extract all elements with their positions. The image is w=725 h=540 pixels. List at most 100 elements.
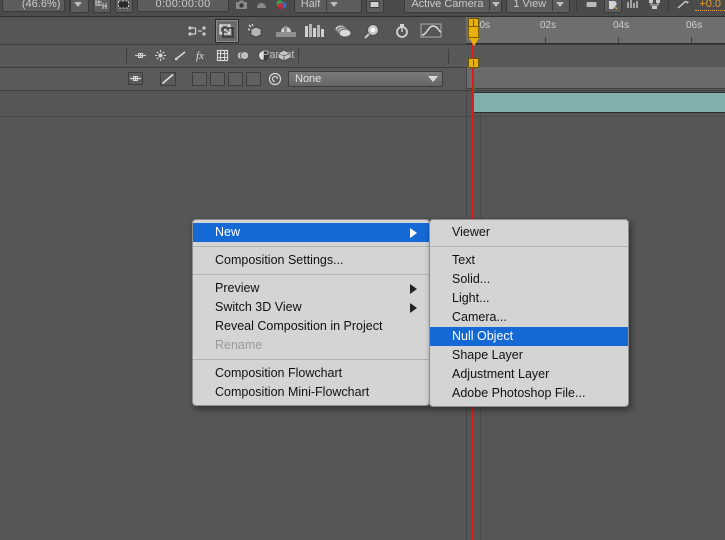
submenu-item-shape-layer[interactable]: Shape Layer — [430, 346, 628, 365]
menu-item-label: Switch 3D View — [215, 300, 302, 314]
frame-blend-icon — [216, 49, 229, 62]
layer-switch-boxes[interactable] — [192, 72, 261, 86]
motion-blur-icon — [174, 51, 186, 61]
toolbar-divider — [576, 0, 578, 11]
view-layout-dropdown[interactable]: 1 View — [506, 0, 571, 13]
keyframe-navigator-button[interactable] — [128, 72, 143, 90]
exposure-value[interactable]: +0.0 — [695, 0, 725, 11]
reset-exposure-icon — [677, 0, 689, 9]
resolution-value: Half — [300, 0, 321, 10]
header-divider-3 — [448, 49, 449, 64]
transparency-grid-button[interactable] — [388, 0, 400, 10]
camera-view-dropdown[interactable]: Active Camera — [404, 0, 503, 13]
menu-item-composition-flowchart[interactable]: Composition Flowchart — [193, 364, 429, 383]
camera-snapshot-icon — [235, 0, 247, 9]
region-of-interest-button[interactable] — [114, 0, 134, 13]
composition-context-menu[interactable]: New Composition Settings... Preview Swit… — [192, 219, 430, 406]
motion-blur-switch-icon — [396, 23, 408, 38]
motion-curve-icon — [160, 72, 176, 86]
timeline-track-area[interactable] — [466, 67, 725, 117]
submenu-item-null-object[interactable]: Null Object — [430, 327, 628, 346]
menu-item-label: Shape Layer — [452, 348, 523, 362]
auto-keyframe-button[interactable] — [333, 20, 355, 42]
parent-dropdown[interactable]: None — [288, 71, 443, 87]
show-channels-button[interactable] — [273, 0, 289, 12]
region-of-interest-icon — [369, 0, 380, 8]
header-divider — [126, 48, 127, 63]
menu-separator — [193, 246, 429, 247]
submenu-item-text[interactable]: Text — [430, 251, 628, 270]
menu-item-composition-settings[interactable]: Composition Settings... — [193, 251, 429, 270]
submenu-item-adobe-photoshop-file[interactable]: Adobe Photoshop File... — [430, 384, 628, 403]
adjustment-layer-icon — [236, 51, 250, 60]
layer-switch-box[interactable] — [228, 72, 243, 86]
pixel-aspect-correction-button[interactable] — [583, 0, 599, 12]
time-indicator-handle[interactable] — [468, 26, 479, 48]
reset-exposure-button[interactable] — [675, 0, 691, 12]
keyframe-navigator-icon — [128, 72, 143, 85]
live-update-icon — [364, 23, 379, 39]
pixel-aspect-correction-icon — [586, 1, 597, 7]
show-snapshot-button[interactable] — [253, 0, 269, 12]
enable-motion-blur-button[interactable] — [246, 20, 268, 42]
motion-curve-button[interactable] — [160, 72, 176, 86]
parent-value: None — [295, 73, 322, 85]
layer-switch-box[interactable] — [210, 72, 225, 86]
fast-previews-button[interactable] — [603, 0, 622, 13]
pick-whip-button[interactable] — [268, 72, 282, 91]
submenu-arrow-icon — [410, 302, 417, 313]
chevron-down-icon — [552, 0, 567, 11]
menu-item-reveal-composition-in-project[interactable]: Reveal Composition in Project — [193, 317, 429, 336]
layer-duration-bar[interactable] — [473, 92, 725, 113]
grid-and-guides-button[interactable] — [92, 0, 111, 13]
menu-separator — [430, 246, 628, 247]
graph-editor-button[interactable] — [420, 20, 442, 42]
hide-shy-layers-button[interactable] — [186, 20, 208, 42]
chevron-down-icon — [424, 76, 442, 82]
enable-frame-blending-icon — [219, 23, 234, 38]
motion-blur-switch-button[interactable] — [391, 20, 413, 42]
new-submenu[interactable]: Viewer Text Solid... Light... Camera... … — [429, 219, 629, 407]
menu-item-label: Composition Settings... — [215, 253, 344, 267]
layer-switch-box[interactable] — [192, 72, 207, 86]
submenu-item-camera[interactable]: Camera... — [430, 308, 628, 327]
submenu-item-viewer[interactable]: Viewer — [430, 223, 628, 242]
resolution-dropdown[interactable]: Half — [293, 0, 362, 13]
take-snapshot-button[interactable] — [233, 0, 249, 12]
work-area-marker-bottom[interactable] — [468, 58, 479, 68]
live-update-button[interactable] — [362, 20, 384, 42]
ruler-tick-2 — [618, 37, 619, 43]
region-of-interest-toggle[interactable] — [365, 0, 384, 13]
submenu-arrow-icon — [410, 283, 417, 294]
menu-item-label: Rename — [215, 338, 263, 352]
menu-item-new[interactable]: New — [193, 223, 429, 242]
draft-3d-button[interactable] — [275, 20, 297, 42]
menu-item-label: Composition Mini-Flowchart — [215, 385, 370, 399]
menu-item-label: Camera... — [452, 310, 507, 324]
audio-video-switch-icon — [135, 53, 146, 58]
timeline-button[interactable] — [626, 0, 642, 12]
solo-icon — [155, 50, 166, 61]
menu-separator — [193, 274, 429, 275]
time-ruler[interactable]: 00s 02s 04s 06s — [466, 17, 725, 44]
parent-column-label: Parent — [262, 49, 295, 61]
view-layout-value: 1 View — [513, 0, 547, 10]
brainstorm-button[interactable] — [304, 20, 326, 42]
submenu-arrow-icon — [410, 227, 417, 238]
layer-column-header: fx Parent — [0, 45, 725, 68]
zoom-level-field[interactable]: (46.6%) — [2, 0, 66, 12]
zoom-dropdown-button[interactable] — [69, 0, 89, 13]
menu-item-switch-3d-view[interactable]: Switch 3D View — [193, 298, 429, 317]
layer-switch-box[interactable] — [246, 72, 261, 86]
submenu-item-light[interactable]: Light... — [430, 289, 628, 308]
menu-item-label: Viewer — [452, 225, 490, 239]
comp-flowchart-button[interactable] — [646, 0, 662, 12]
panel-divider — [0, 116, 725, 117]
menu-item-preview[interactable]: Preview — [193, 279, 429, 298]
enable-frame-blending-button[interactable] — [215, 18, 239, 43]
submenu-item-solid[interactable]: Solid... — [430, 270, 628, 289]
brainstorm-icon — [305, 23, 324, 37]
menu-item-composition-mini-flowchart[interactable]: Composition Mini-Flowchart — [193, 383, 429, 402]
current-time-field[interactable]: 0:00:00:00 — [137, 0, 230, 12]
submenu-item-adjustment-layer[interactable]: Adjustment Layer — [430, 365, 628, 384]
